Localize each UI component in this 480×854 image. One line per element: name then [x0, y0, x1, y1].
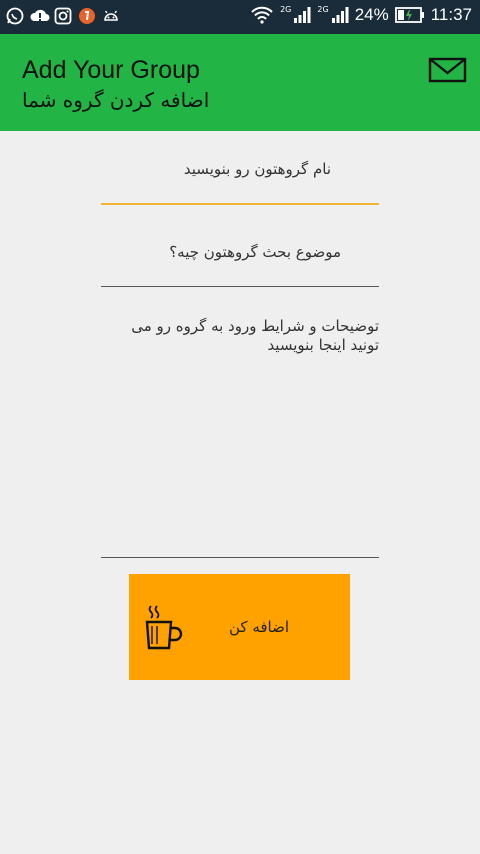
coffee-cup-icon: [143, 604, 183, 652]
status-bar: 2G 2G 24% 11:37: [0, 0, 480, 34]
topic-hint: موضوع بحث گروهتون چیه؟: [169, 243, 341, 261]
page-title-persian: اضافه کردن گروه شما: [22, 88, 210, 112]
app-toolbar: Add Your Group اضافه کردن گروه شما: [0, 34, 480, 131]
battery-percent: 24%: [354, 5, 389, 24]
description-underline: [101, 557, 379, 558]
description-hint: توضیحات و شرایط ورود به گروه رو می تونید…: [131, 317, 379, 354]
wifi-icon: [250, 6, 274, 24]
app-notification-icon: [78, 7, 96, 25]
group-name-hint: نام گروهتون رو بنویسید: [183, 160, 331, 178]
android-icon: [102, 7, 120, 25]
page-title-english: Add Your Group: [22, 56, 200, 84]
group-name-field[interactable]: نام گروهتون رو بنویسید: [101, 150, 379, 208]
add-group-button[interactable]: اضافه کن: [129, 574, 350, 680]
network-type-label-2: 2G: [317, 4, 329, 14]
mail-icon: [428, 57, 468, 88]
topic-underline: [101, 286, 379, 287]
group-name-underline: [101, 203, 379, 205]
instagram-icon: [54, 7, 72, 25]
cloud-upload-icon: [30, 7, 50, 25]
battery-charging-icon: [394, 6, 425, 24]
clock: 11:37: [430, 5, 472, 24]
whatsapp-icon: [6, 7, 24, 25]
signal-icon-2: [331, 6, 349, 24]
description-field[interactable]: توضیحات و شرایط ورود به گروه رو می تونید…: [101, 312, 379, 560]
signal-icon-1: [293, 6, 311, 24]
mail-button[interactable]: [428, 56, 468, 84]
network-type-label-1: 2G: [280, 4, 292, 14]
topic-field[interactable]: موضوع بحث گروهتون چیه؟: [101, 233, 379, 289]
add-button-label: اضافه کن: [229, 618, 290, 636]
